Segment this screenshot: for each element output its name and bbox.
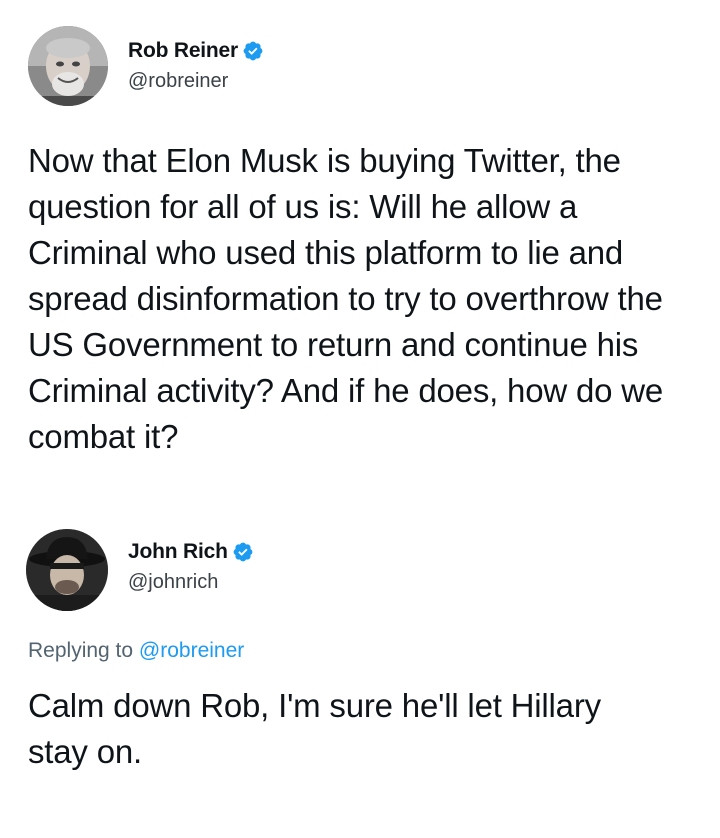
avatar-photo-gray-haired-man [28,26,108,106]
tweet-header: Rob Reiner @robreiner [0,0,720,106]
display-name[interactable]: John Rich [128,540,228,564]
replying-to-mention-link[interactable]: @robreiner [139,639,244,662]
verified-badge-icon [242,40,264,62]
display-name[interactable]: Rob Reiner [128,39,238,63]
tweet-text: Calm down Rob, I'm sure he'll let Hillar… [28,687,601,770]
author-names: John Rich @johnrich [128,539,254,594]
avatar[interactable] [28,26,108,106]
tweet-header: John Rich @johnrich [0,525,720,615]
tweet-rob-reiner[interactable]: Rob Reiner @robreiner Now that Elon Musk… [0,0,720,455]
handle[interactable]: @robreiner [128,70,264,93]
verified-badge-icon [232,541,254,563]
avatar-photo-man-cowboy-hat [26,529,108,611]
display-name-row: Rob Reiner [128,38,264,64]
author-names: Rob Reiner @robreiner [128,38,264,93]
display-name-row: John Rich [128,539,254,565]
tweet-text: Now that Elon Musk is buying Twitter, th… [28,142,664,455]
replying-to-line: Replying to @robreiner [28,639,244,663]
avatar[interactable] [26,529,108,611]
handle[interactable]: @johnrich [128,571,254,594]
tweet-john-rich[interactable]: John Rich @johnrich Replying to @robrein… [0,525,720,770]
replying-to-label: Replying to [28,639,134,662]
